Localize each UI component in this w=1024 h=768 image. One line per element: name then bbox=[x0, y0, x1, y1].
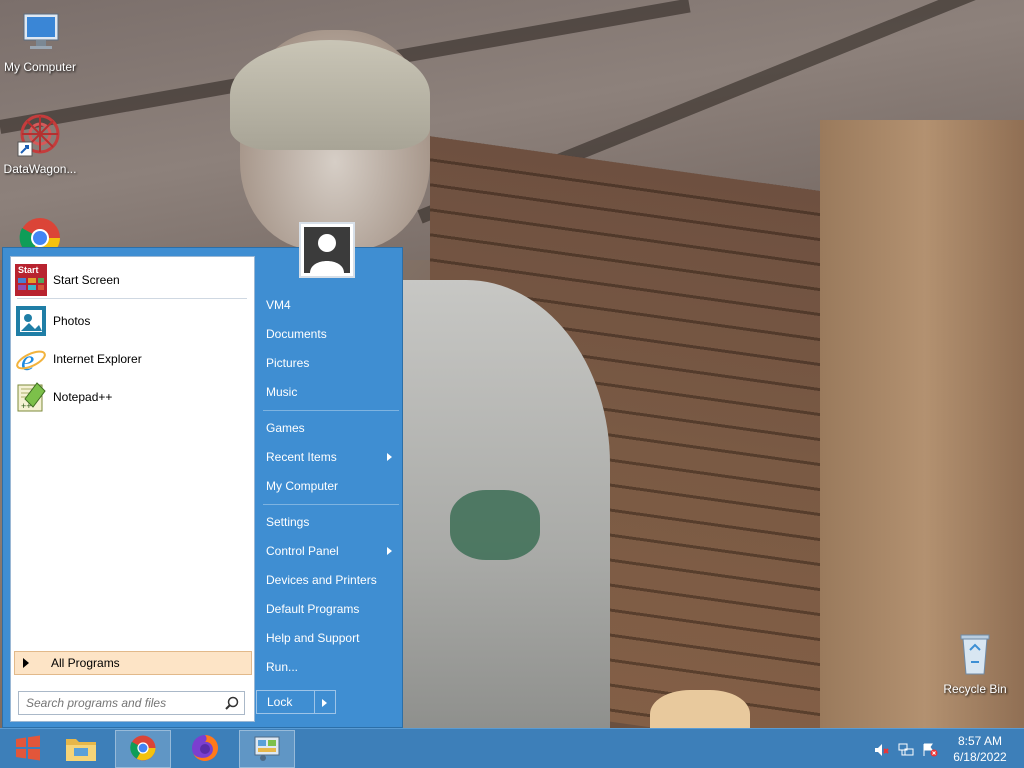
places-item-recent-items[interactable]: Recent Items bbox=[266, 445, 398, 469]
places-item-help-and-support[interactable]: Help and Support bbox=[266, 626, 398, 650]
all-programs-label: All Programs bbox=[51, 656, 120, 670]
start-menu-programs-pane: Start Start Screen Photos e Internet Exp… bbox=[10, 256, 255, 722]
desktop-icon-datawagon[interactable]: DataWagon... bbox=[0, 110, 80, 176]
lock-options-chevron-icon[interactable] bbox=[315, 691, 335, 713]
places-item-settings[interactable]: Settings bbox=[266, 510, 398, 534]
places-label: Pictures bbox=[266, 356, 310, 370]
search-input[interactable] bbox=[26, 696, 216, 710]
action-center-icon[interactable] bbox=[922, 743, 938, 757]
lock-button[interactable]: Lock bbox=[257, 691, 315, 713]
start-button[interactable] bbox=[0, 730, 56, 768]
desktop-icon-label: My Computer bbox=[3, 60, 77, 74]
places-item-default-programs[interactable]: Default Programs bbox=[266, 597, 398, 621]
taskbar-clock[interactable]: 8:57 AM 6/18/2022 bbox=[950, 733, 1010, 765]
start-item-label: Start Screen bbox=[53, 273, 120, 287]
separator bbox=[263, 504, 399, 505]
start-screen-icon: Start bbox=[15, 264, 47, 296]
chrome-icon bbox=[128, 733, 158, 766]
places-label: Settings bbox=[266, 515, 310, 529]
places-item-games[interactable]: Games bbox=[266, 416, 398, 440]
taskbar-chrome[interactable] bbox=[115, 730, 171, 768]
start-screen-badge: Start bbox=[18, 265, 39, 275]
desktop-icon-label: DataWagon... bbox=[3, 162, 77, 176]
datawagon-icon bbox=[16, 110, 64, 158]
start-menu-places-pane: VM4 Documents Pictures Music Games Recen… bbox=[259, 248, 403, 729]
start-item-start-screen[interactable]: Start Start Screen bbox=[15, 262, 251, 298]
places-item-devices-and-printers[interactable]: Devices and Printers bbox=[266, 568, 398, 592]
chevron-right-icon bbox=[387, 453, 392, 461]
svg-text:e: e bbox=[21, 344, 34, 375]
places-label: Documents bbox=[266, 327, 327, 341]
internet-explorer-icon: e bbox=[15, 343, 47, 377]
search-box[interactable] bbox=[18, 691, 245, 715]
network-icon[interactable] bbox=[898, 743, 914, 757]
start-item-photos[interactable]: Photos bbox=[15, 303, 251, 339]
lock-button-group: Lock bbox=[256, 690, 336, 714]
places-item-my-computer[interactable]: My Computer bbox=[266, 474, 398, 498]
desktop-icon-label: Recycle Bin bbox=[943, 682, 1007, 696]
places-item-run[interactable]: Run... bbox=[266, 655, 398, 679]
start-item-label: Notepad++ bbox=[53, 390, 113, 404]
places-item-control-panel[interactable]: Control Panel bbox=[266, 539, 398, 563]
places-item-music[interactable]: Music bbox=[266, 380, 398, 404]
places-label: Default Programs bbox=[266, 602, 360, 616]
user-avatar[interactable] bbox=[299, 222, 355, 278]
separator bbox=[17, 298, 247, 299]
places-item-pictures[interactable]: Pictures bbox=[266, 351, 398, 375]
desktop-icon-recycle-bin[interactable]: Recycle Bin bbox=[935, 630, 1015, 696]
places-item-vm4[interactable]: VM4 bbox=[266, 293, 398, 317]
chevron-right-icon bbox=[387, 547, 392, 555]
places-label: Music bbox=[266, 385, 298, 399]
taskbar-firefox[interactable] bbox=[177, 730, 233, 768]
firefox-icon bbox=[190, 733, 220, 766]
taskbar: 8:57 AM 6/18/2022 bbox=[0, 728, 1024, 768]
start-item-notepad-plus-plus[interactable]: ++ Notepad++ bbox=[15, 379, 251, 415]
all-programs-button[interactable]: All Programs bbox=[14, 651, 252, 675]
places-label: Control Panel bbox=[266, 544, 339, 558]
places-label: Games bbox=[266, 421, 305, 435]
taskbar-file-explorer[interactable] bbox=[53, 730, 109, 768]
my-computer-icon bbox=[16, 8, 64, 56]
search-icon[interactable] bbox=[225, 696, 239, 710]
volume-muted-icon[interactable] bbox=[874, 743, 890, 757]
places-label: Run... bbox=[266, 660, 299, 674]
triangle-right-icon bbox=[23, 658, 29, 668]
svg-text:++: ++ bbox=[21, 401, 32, 411]
control-panel-icon bbox=[252, 733, 282, 766]
separator bbox=[263, 410, 399, 411]
desktop-icon-my-computer[interactable]: My Computer bbox=[0, 8, 80, 74]
recycle-bin-icon bbox=[951, 630, 999, 678]
start-item-internet-explorer[interactable]: e Internet Explorer bbox=[15, 341, 251, 377]
taskbar-control-panel[interactable] bbox=[239, 730, 295, 768]
places-label: My Computer bbox=[266, 479, 339, 493]
places-item-documents[interactable]: Documents bbox=[266, 322, 398, 346]
windows-logo-icon bbox=[14, 734, 42, 765]
start-menu: Start Start Screen Photos e Internet Exp… bbox=[2, 247, 403, 728]
places-label: Help and Support bbox=[266, 631, 360, 645]
places-label: Devices and Printers bbox=[266, 573, 377, 587]
start-item-label: Photos bbox=[53, 314, 91, 328]
clock-date: 6/18/2022 bbox=[953, 750, 1007, 764]
clock-time: 8:57 AM bbox=[957, 734, 1003, 748]
places-label: Recent Items bbox=[266, 450, 337, 464]
start-item-label: Internet Explorer bbox=[53, 352, 142, 366]
notepad-plus-plus-icon: ++ bbox=[15, 381, 47, 413]
photos-icon bbox=[15, 305, 47, 337]
folder-icon bbox=[64, 733, 98, 766]
places-label: VM4 bbox=[266, 298, 291, 312]
